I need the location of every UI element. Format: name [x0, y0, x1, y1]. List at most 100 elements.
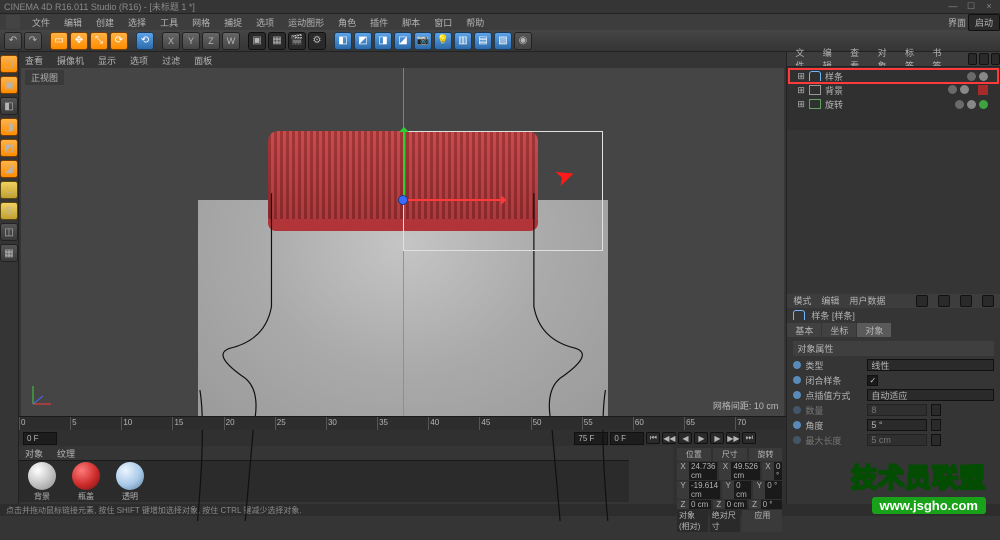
render-pv-button[interactable]: 🎬 [288, 32, 306, 50]
primitive-button[interactable]: ◧ [334, 32, 352, 50]
move-tool[interactable]: ✥ [70, 32, 88, 50]
gizmo-origin[interactable] [398, 195, 408, 205]
scale-tool[interactable]: ⤡ [90, 32, 108, 50]
attr-tab-basic[interactable]: 基本 [787, 323, 821, 337]
redo-button[interactable]: ↷ [24, 32, 42, 50]
menu-snap[interactable]: 捕捉 [218, 15, 248, 30]
render-button[interactable]: ▣ [248, 32, 266, 50]
attr-menu-edit[interactable]: 编辑 [821, 294, 839, 307]
gizmo-x-arrow[interactable] [403, 199, 503, 201]
om-eye-icon[interactable] [991, 53, 1000, 65]
attr-lock-icon[interactable] [982, 295, 994, 307]
attr-up-icon[interactable] [960, 295, 972, 307]
selection-bbox[interactable] [403, 131, 603, 251]
axis-z-lock[interactable]: Z [202, 32, 220, 50]
view-menu-options[interactable]: 选项 [130, 54, 148, 67]
render-region-button[interactable]: ▦ [268, 32, 286, 50]
layout-dropdown[interactable]: 启动 [968, 14, 1000, 31]
menu-select[interactable]: 选择 [122, 15, 152, 30]
attr-tab-object[interactable]: 对象 [857, 323, 891, 337]
anim-dot-icon[interactable] [793, 436, 801, 444]
window-max[interactable]: ☐ [964, 1, 978, 12]
object-row[interactable]: ⊞ 样条 [789, 69, 998, 83]
menu-help[interactable]: 帮助 [460, 15, 490, 30]
object-row[interactable]: ⊞ 旋转 [789, 97, 998, 111]
visibility-editor-toggle[interactable] [955, 100, 964, 109]
visibility-editor-toggle[interactable] [967, 72, 976, 81]
close-spline-checkbox[interactable] [867, 375, 878, 386]
scene-button[interactable]: ◪ [394, 32, 412, 50]
visibility-render-toggle[interactable] [979, 72, 988, 81]
texture-tag[interactable] [978, 85, 988, 95]
rotate-tool[interactable]: ⟳ [110, 32, 128, 50]
view-menu-camera[interactable]: 摄像机 [57, 54, 84, 67]
tweak-mode[interactable]: S [0, 202, 18, 220]
menu-tools[interactable]: 工具 [154, 15, 184, 30]
om-filter-icon[interactable] [979, 53, 988, 65]
attr-tab-coord[interactable]: 坐标 [822, 323, 856, 337]
menu-mesh[interactable]: 网格 [186, 15, 216, 30]
visibility-editor-toggle[interactable] [948, 85, 957, 94]
menu-script[interactable]: 脚本 [396, 15, 426, 30]
attr-menu-mode[interactable]: 模式 [793, 294, 811, 307]
window-min[interactable]: — [946, 1, 960, 12]
uv-mode[interactable]: ▦ [0, 244, 18, 262]
object-manager[interactable]: ⊞ 样条 ⊞ 背景 ⊞ 旋转 [787, 66, 1000, 130]
visibility-render-toggle[interactable] [967, 100, 976, 109]
menu-character[interactable]: 角色 [332, 15, 362, 30]
edge-mode[interactable]: ◪ [0, 160, 18, 178]
anim-dot-icon[interactable] [793, 406, 801, 414]
model-mode[interactable]: ▣ [0, 76, 18, 94]
object-row[interactable]: ⊞ 背景 [789, 83, 998, 97]
deformer-button[interactable]: ◩ [354, 32, 372, 50]
menu-options[interactable]: 选项 [250, 15, 280, 30]
env-button[interactable]: ▧ [494, 32, 512, 50]
spline-type-dropdown[interactable]: 线性 [867, 359, 994, 371]
axis-x-lock[interactable]: X [162, 32, 180, 50]
bulb-icon[interactable]: ◉ [514, 32, 532, 50]
anim-dot-icon[interactable] [793, 361, 801, 369]
view-menu-panel[interactable]: 面板 [194, 54, 212, 67]
attr-back-icon[interactable] [916, 295, 928, 307]
menu-mograph[interactable]: 运动图形 [282, 15, 330, 30]
interp-dropdown[interactable]: 自动适应 [867, 389, 994, 401]
anim-dot-icon[interactable] [793, 421, 801, 429]
spinner-icon[interactable] [931, 419, 941, 431]
render-settings-button[interactable]: ⚙ [308, 32, 326, 50]
visibility-render-toggle[interactable] [960, 85, 969, 94]
hierarchy-toggle-icon[interactable]: ⊞ [797, 99, 805, 110]
texture-mode[interactable]: ◧ [0, 97, 18, 115]
polygon-mode[interactable]: ◫ [0, 223, 18, 241]
menu-file[interactable]: 文件 [26, 15, 56, 30]
undo-button[interactable]: ↶ [4, 32, 22, 50]
workplane-mode[interactable]: ◨ [0, 118, 18, 136]
viewport[interactable]: 正视图 ➤ 网格间距: 10 cm [21, 68, 784, 416]
live-select-tool[interactable]: ▭ [50, 32, 68, 50]
menu-create[interactable]: 创建 [90, 15, 120, 30]
attr-fwd-icon[interactable] [938, 295, 950, 307]
window-close[interactable]: × [982, 1, 996, 12]
menu-plugins[interactable]: 插件 [364, 15, 394, 30]
view-menu-view[interactable]: 查看 [25, 54, 43, 67]
gizmo-y-arrow[interactable] [403, 130, 405, 200]
light-button[interactable]: 💡 [434, 32, 452, 50]
hierarchy-toggle-icon[interactable]: ⊞ [797, 71, 805, 82]
sky-button[interactable]: ▤ [474, 32, 492, 50]
menu-edit[interactable]: 编辑 [58, 15, 88, 30]
make-editable-button[interactable]: ▢ [0, 55, 18, 73]
camera-button[interactable]: 📷 [414, 32, 432, 50]
om-search-icon[interactable] [968, 53, 977, 65]
generator-button[interactable]: ◨ [374, 32, 392, 50]
view-menu-filter[interactable]: 过滤 [162, 54, 180, 67]
hierarchy-toggle-icon[interactable]: ⊞ [797, 85, 805, 96]
angle-field[interactable]: 5 ° [867, 419, 927, 431]
object-name[interactable]: 样条 [825, 70, 843, 83]
generator-enable-toggle[interactable] [979, 100, 988, 109]
anim-dot-icon[interactable] [793, 376, 801, 384]
object-name[interactable]: 旋转 [825, 98, 843, 111]
recent-tool[interactable]: ⟲ [136, 32, 154, 50]
axis-y-lock[interactable]: Y [182, 32, 200, 50]
timeline-ruler[interactable]: 051015202530354045505560657075 [19, 416, 786, 430]
attr-menu-userdata[interactable]: 用户数据 [849, 294, 885, 307]
anim-dot-icon[interactable] [793, 391, 801, 399]
